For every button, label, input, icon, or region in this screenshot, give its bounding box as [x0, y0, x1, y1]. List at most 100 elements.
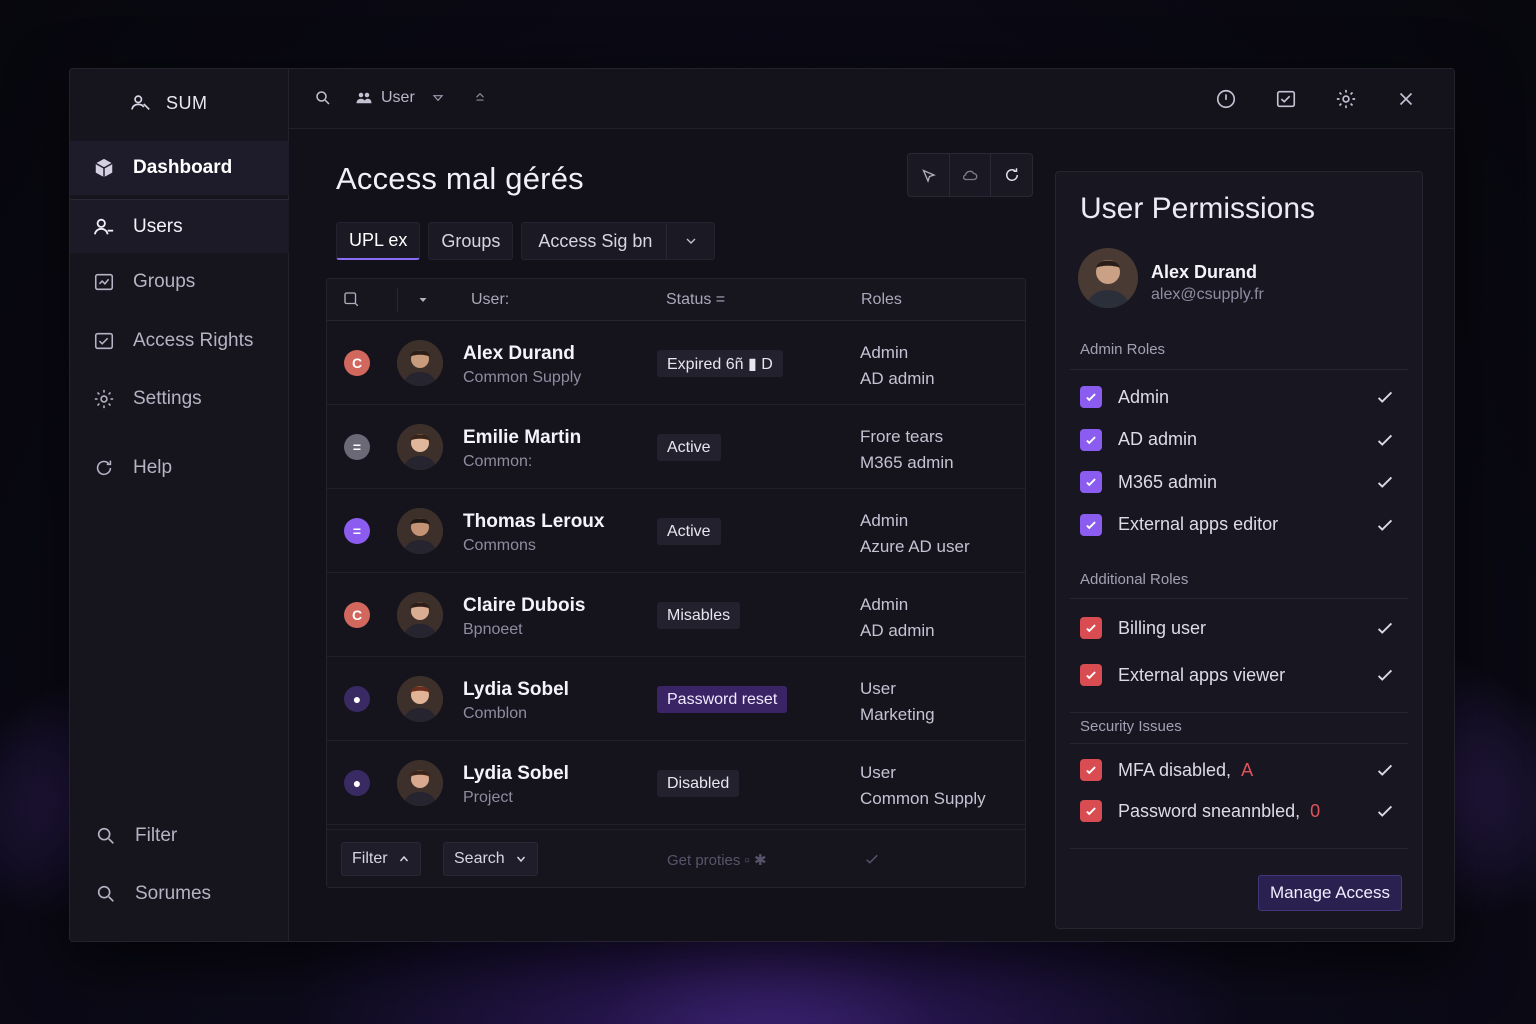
manage-access-button[interactable]: Manage Access [1258, 875, 1403, 911]
permission-item[interactable]: M365 admin [1080, 467, 1400, 497]
search-button[interactable]: Search [443, 842, 538, 876]
permission-label: MFA disabled, [1118, 759, 1232, 780]
history-button[interactable] [1215, 88, 1237, 110]
column-status[interactable]: Status = [666, 291, 725, 309]
admin-roles-heading: Admin Roles [1080, 341, 1166, 358]
sidebar-item-groups[interactable]: Groups [70, 255, 289, 309]
user-name[interactable]: Lydia Sobel [463, 763, 569, 785]
check-icon[interactable] [1374, 471, 1396, 493]
user-org: Common: [463, 453, 533, 470]
security-issues-heading: Security Issues [1080, 718, 1182, 735]
permission-item[interactable]: External apps viewer [1080, 660, 1400, 690]
row-status-indicator: = [344, 518, 370, 544]
role-secondary: Common Supply [860, 789, 986, 808]
sidebar-item-access-rights[interactable]: Access Rights [70, 314, 289, 368]
tab-upl-ex[interactable]: UPL ex [336, 222, 421, 260]
permission-checkbox[interactable] [1080, 759, 1102, 781]
divider [1070, 743, 1408, 744]
sidebar-item-users[interactable]: Users [70, 199, 289, 253]
permission-item[interactable]: MFA disabled, A [1080, 755, 1400, 785]
column-roles[interactable]: Roles [861, 291, 902, 309]
access-rights-icon [94, 332, 114, 350]
permission-checkbox[interactable] [1080, 428, 1102, 451]
permission-item[interactable]: External apps editor [1080, 510, 1400, 540]
checkbox-icon [344, 292, 359, 307]
tab-access-sign[interactable]: Access Sig bn [521, 222, 716, 260]
permission-checkbox[interactable] [1080, 800, 1102, 822]
user-name[interactable]: Alex Durand [463, 343, 575, 365]
check-icon[interactable] [1374, 664, 1396, 686]
cursor-tool-button[interactable] [908, 154, 950, 196]
check-icon[interactable] [1374, 800, 1396, 822]
check-icon [1086, 393, 1096, 402]
avatar-image [1078, 248, 1138, 308]
user-name[interactable]: Emilie Martin [463, 427, 581, 449]
check-icon[interactable] [1374, 617, 1396, 639]
sidebar-item-label: Access Rights [133, 330, 254, 351]
user-menu[interactable]: User [355, 89, 445, 107]
permission-checkbox[interactable] [1080, 664, 1102, 686]
cloud-tool-button[interactable] [950, 154, 992, 196]
permission-item[interactable]: AD admin [1080, 425, 1400, 455]
check-icon[interactable] [1374, 514, 1396, 536]
check-icon[interactable] [1374, 429, 1396, 451]
table-header: User: Status = Roles [327, 279, 1025, 321]
user-name[interactable]: Thomas Leroux [463, 511, 604, 533]
avatar-image [397, 424, 443, 470]
permission-label: External apps viewer [1118, 664, 1286, 685]
close-button[interactable] [1395, 88, 1417, 110]
help-icon [96, 460, 112, 476]
permission-checkbox[interactable] [1080, 513, 1102, 536]
table-row[interactable]: C Claire Dubois Bpnoeet Misables Admin A… [327, 573, 1025, 657]
status-badge: Expired 6ñ ▮ D [657, 350, 783, 377]
filter-button[interactable]: Filter [341, 842, 421, 876]
permission-item[interactable]: Billing user [1080, 613, 1400, 643]
row-status-indicator: C [344, 602, 370, 628]
permission-item[interactable]: Password sneannbled, 0 [1080, 796, 1400, 826]
permission-item[interactable]: Admin [1080, 382, 1400, 412]
table-row[interactable]: ● Lydia Sobel Project Disabled User Comm… [327, 741, 1025, 825]
role-secondary: AD admin [860, 369, 935, 388]
check-icon[interactable] [863, 850, 881, 868]
avatar [397, 592, 443, 638]
check-icon[interactable] [1374, 386, 1396, 408]
permission-checkbox[interactable] [1080, 617, 1102, 639]
gear-icon [94, 389, 114, 409]
settings-button[interactable] [1335, 88, 1357, 110]
table-row[interactable]: ● Lydia Sobel Comblon Password reset Use… [327, 657, 1025, 741]
tab-groups[interactable]: Groups [428, 222, 514, 260]
role-primary: Admin [860, 343, 909, 362]
sidebar-item-label: Groups [133, 271, 196, 292]
permission-checkbox[interactable] [1080, 386, 1102, 408]
sort-dropdown[interactable] [417, 293, 429, 311]
refresh-button[interactable] [991, 154, 1032, 196]
issue-count: A [1241, 759, 1254, 780]
table-row[interactable]: C Alex Durand Common Supply Expired 6ñ ▮… [327, 321, 1025, 405]
user-name[interactable]: Claire Dubois [463, 595, 585, 617]
check-icon [1086, 766, 1096, 775]
sidebar-item-help[interactable]: Help [70, 441, 289, 495]
avatar-image [397, 676, 443, 722]
search-button[interactable] [314, 89, 332, 107]
tasks-button[interactable] [1275, 88, 1297, 110]
table-row[interactable]: = Emilie Martin Common: Active Frore tea… [327, 405, 1025, 489]
select-all-checkbox[interactable] [342, 290, 360, 313]
user-org: Commons [463, 537, 536, 554]
check-icon[interactable] [1374, 759, 1396, 781]
sidebar-item-settings[interactable]: Settings [70, 372, 289, 426]
user-name[interactable]: Lydia Sobel [463, 679, 569, 701]
sidebar-item-label: Help [133, 457, 173, 478]
sidebar-sorumes[interactable]: Sorumes [95, 883, 211, 905]
sidebar-filter[interactable]: Filter [95, 825, 177, 847]
tab-dropdown-toggle[interactable] [666, 223, 714, 259]
collapse-button[interactable] [473, 89, 487, 103]
sidebar-item-dashboard[interactable]: Dashboard [70, 141, 289, 195]
status-badge: Password reset [657, 686, 788, 713]
avatar-image [397, 508, 443, 554]
top-bar: User [289, 69, 1454, 129]
column-user[interactable]: User: [471, 291, 509, 309]
chevron-down-icon [432, 95, 444, 102]
role-secondary: M365 admin [860, 453, 954, 472]
permission-checkbox[interactable] [1080, 471, 1102, 493]
table-row[interactable]: = Thomas Leroux Commons Active Admin Azu… [327, 489, 1025, 573]
